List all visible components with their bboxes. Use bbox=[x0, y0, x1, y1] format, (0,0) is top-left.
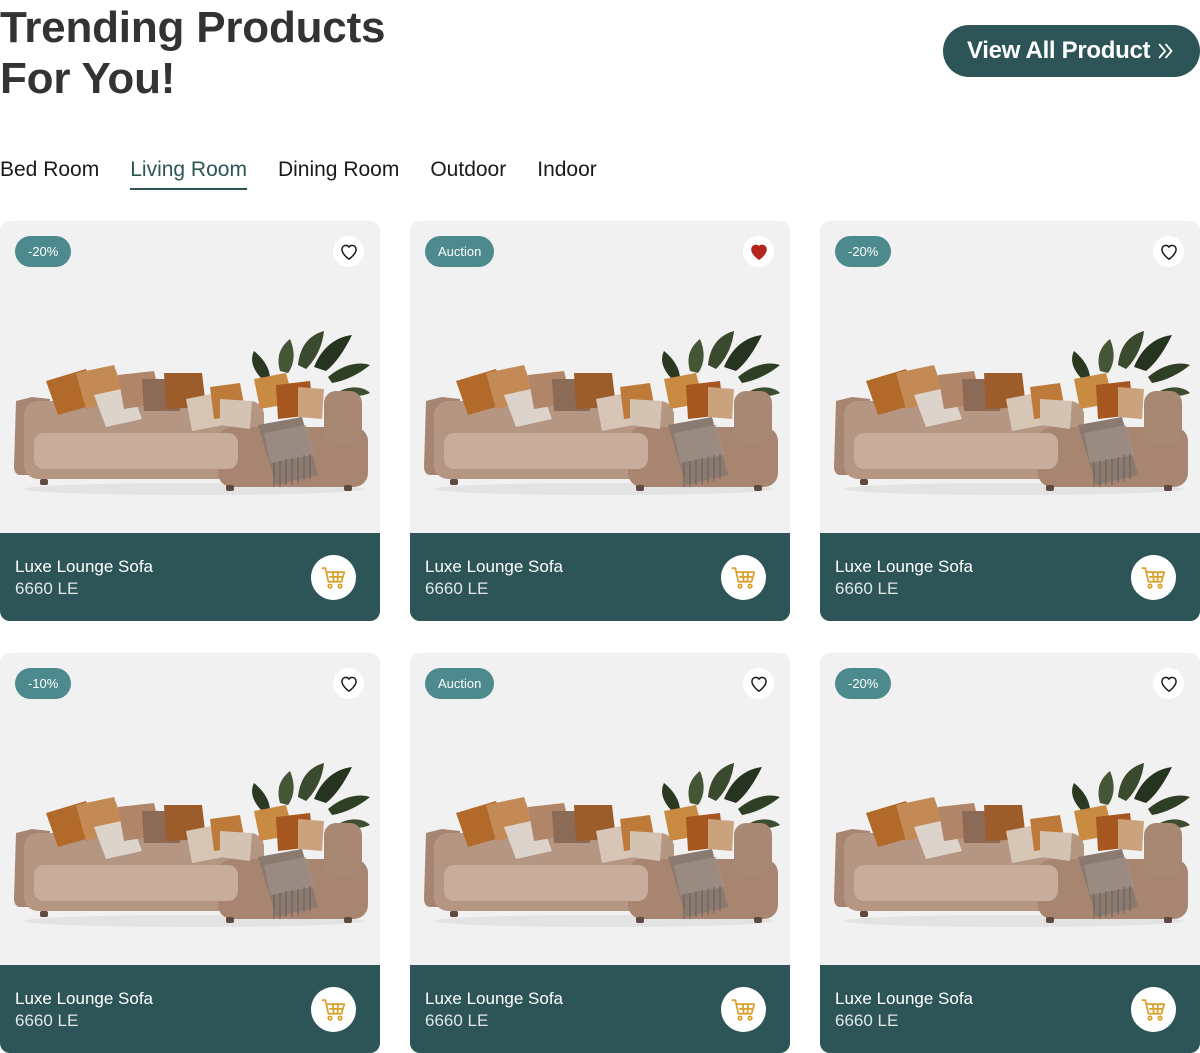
add-to-cart-button[interactable] bbox=[721, 555, 766, 600]
favorite-button[interactable] bbox=[333, 236, 364, 267]
heart-icon bbox=[750, 676, 767, 692]
sofa-image bbox=[424, 763, 780, 927]
add-to-cart-button[interactable] bbox=[1131, 987, 1176, 1032]
tab-indoor[interactable]: Indoor bbox=[537, 156, 597, 188]
shopping-cart-icon bbox=[320, 998, 345, 1021]
product-price: 6660 LE bbox=[15, 579, 79, 598]
heart-icon bbox=[750, 244, 767, 260]
category-tabs: Bed Room Living Room Dining Room Outdoor… bbox=[0, 156, 628, 190]
tab-outdoor[interactable]: Outdoor bbox=[430, 156, 506, 188]
product-name[interactable]: Luxe Lounge Sofa bbox=[15, 989, 153, 1009]
sofa-image bbox=[834, 331, 1190, 495]
add-to-cart-button[interactable] bbox=[311, 987, 356, 1032]
product-info-bar: Luxe Lounge Sofa 6660 LE bbox=[410, 965, 790, 1053]
favorite-button[interactable] bbox=[333, 668, 364, 699]
product-price: 6660 LE bbox=[425, 1011, 489, 1030]
tab-dining-room[interactable]: Dining Room bbox=[278, 156, 399, 188]
tab-bed-room[interactable]: Bed Room bbox=[0, 156, 99, 188]
add-to-cart-button[interactable] bbox=[1131, 555, 1176, 600]
add-to-cart-button[interactable] bbox=[721, 987, 766, 1032]
shopping-cart-icon bbox=[1140, 998, 1165, 1021]
product-info-bar: Luxe Lounge Sofa 6660 LE bbox=[820, 533, 1200, 621]
favorite-button[interactable] bbox=[1153, 668, 1184, 699]
shopping-cart-icon bbox=[730, 566, 755, 589]
double-chevron-right-icon bbox=[1158, 43, 1173, 59]
product-badge: -20% bbox=[835, 236, 892, 267]
product-badge: Auction bbox=[425, 236, 495, 267]
sofa-image bbox=[424, 331, 780, 495]
product-badge: -10% bbox=[15, 668, 72, 699]
shopping-cart-icon bbox=[320, 566, 345, 589]
product-card[interactable]: -20% Luxe Lounge Sofa 6660 LE bbox=[0, 221, 380, 621]
product-card[interactable]: -10% Luxe Lounge Sofa 6660 LE bbox=[0, 653, 380, 1053]
product-price: 6660 LE bbox=[425, 579, 489, 598]
product-price: 6660 LE bbox=[15, 1011, 79, 1030]
product-badge: Auction bbox=[425, 668, 495, 699]
sofa-image bbox=[14, 763, 370, 927]
section-title-line-1: Trending Products bbox=[0, 3, 386, 52]
product-card[interactable]: -20% Luxe Lounge Sofa 6660 LE bbox=[820, 653, 1200, 1053]
product-price: 6660 LE bbox=[835, 1011, 899, 1030]
product-price: 6660 LE bbox=[835, 579, 899, 598]
product-name[interactable]: Luxe Lounge Sofa bbox=[425, 989, 563, 1009]
tab-living-room[interactable]: Living Room bbox=[130, 156, 247, 190]
sofa-image bbox=[14, 331, 370, 495]
heart-icon bbox=[340, 676, 357, 692]
add-to-cart-button[interactable] bbox=[311, 555, 356, 600]
sofa-image bbox=[834, 763, 1190, 927]
favorite-button[interactable] bbox=[1153, 236, 1184, 267]
view-all-product-label: View All Product bbox=[967, 37, 1151, 64]
product-card[interactable]: -20% Luxe Lounge Sofa 6660 LE bbox=[820, 221, 1200, 621]
product-name[interactable]: Luxe Lounge Sofa bbox=[425, 557, 563, 577]
heart-icon bbox=[340, 244, 357, 260]
favorite-button[interactable] bbox=[743, 236, 774, 267]
product-card[interactable]: Auction Luxe Lounge Sofa 6660 LE bbox=[410, 221, 790, 621]
product-card[interactable]: Auction Luxe Lounge Sofa 6660 LE bbox=[410, 653, 790, 1053]
shopping-cart-icon bbox=[730, 998, 755, 1021]
favorite-button[interactable] bbox=[743, 668, 774, 699]
product-name[interactable]: Luxe Lounge Sofa bbox=[835, 989, 973, 1009]
product-name[interactable]: Luxe Lounge Sofa bbox=[15, 557, 153, 577]
shopping-cart-icon bbox=[1140, 566, 1165, 589]
section-title-line-2: For You! bbox=[0, 54, 176, 103]
heart-icon bbox=[1160, 676, 1177, 692]
product-info-bar: Luxe Lounge Sofa 6660 LE bbox=[0, 965, 380, 1053]
section-title: Trending Products For You! bbox=[0, 2, 385, 104]
view-all-product-button[interactable]: View All Product bbox=[943, 25, 1200, 77]
product-info-bar: Luxe Lounge Sofa 6660 LE bbox=[0, 533, 380, 621]
product-info-bar: Luxe Lounge Sofa 6660 LE bbox=[820, 965, 1200, 1053]
heart-icon bbox=[1160, 244, 1177, 260]
product-badge: -20% bbox=[15, 236, 72, 267]
product-badge: -20% bbox=[835, 668, 892, 699]
product-info-bar: Luxe Lounge Sofa 6660 LE bbox=[410, 533, 790, 621]
product-name[interactable]: Luxe Lounge Sofa bbox=[835, 557, 973, 577]
